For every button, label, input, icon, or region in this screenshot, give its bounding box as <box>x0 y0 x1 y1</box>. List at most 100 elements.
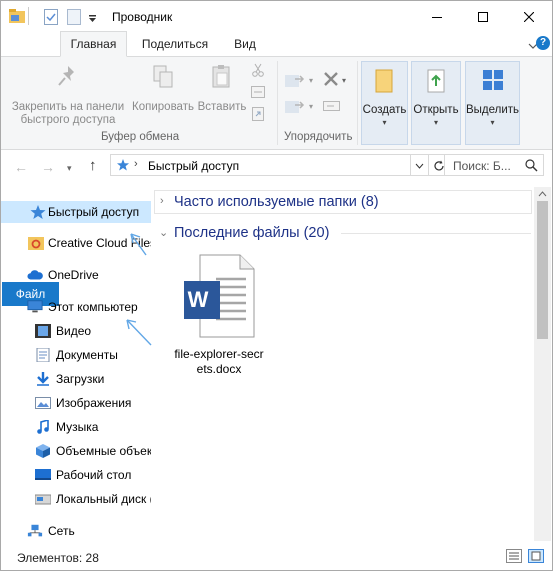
ribbon: Закрепить на панели быстрого доступа Коп… <box>1 57 552 150</box>
search-placeholder: Поиск: Б... <box>453 159 511 173</box>
cube-icon <box>36 444 50 458</box>
nav-item-music[interactable]: Музыка <box>1 416 151 438</box>
close-button[interactable] <box>506 1 552 32</box>
back-arrow-icon[interactable]: ← <box>14 159 28 175</box>
chevron-right-icon: › <box>160 195 164 207</box>
chevron-down-icon: ⌄ <box>159 227 169 239</box>
maximize-button[interactable] <box>460 1 506 32</box>
nav-item-downloads[interactable]: Загрузки <box>1 368 151 390</box>
scroll-up-icon[interactable] <box>538 191 547 197</box>
cut-icon[interactable] <box>251 63 265 80</box>
cloud-icon <box>27 270 43 280</box>
network-icon <box>27 524 43 537</box>
copy-icon <box>153 65 173 88</box>
document-icon <box>36 348 50 362</box>
nav-item-label: Рабочий стол <box>56 468 132 482</box>
create-button[interactable]: Создать ▾ <box>361 61 408 145</box>
creative-cloud-folder-icon <box>28 237 44 250</box>
paste-label: Вставить <box>197 101 247 113</box>
minimize-button[interactable] <box>414 1 460 32</box>
tab-view[interactable]: Вид <box>225 32 265 56</box>
help-icon[interactable]: ? <box>536 36 550 50</box>
frequent-folders-label: Часто используемые папки (8) <box>174 194 379 210</box>
tab-share[interactable]: Поделиться <box>131 32 219 56</box>
copy-button[interactable]: Копировать <box>128 63 198 114</box>
forward-arrow-icon[interactable]: → <box>41 159 55 175</box>
file-name: file-explorer-secrets.docx <box>174 347 264 376</box>
delete-icon[interactable] <box>323 71 339 90</box>
hard-drive-icon <box>35 494 51 505</box>
move-to-icon[interactable] <box>285 71 307 92</box>
address-bar[interactable]: › Быстрый доступ <box>110 154 411 176</box>
open-label: Открыть <box>413 104 459 116</box>
nav-item-desktop[interactable]: Рабочий стол <box>1 464 151 486</box>
desktop-icon <box>35 469 51 480</box>
ribbon-separator <box>357 61 358 145</box>
word-badge: W <box>187 287 209 312</box>
chevron-down-icon: ▾ <box>433 118 438 127</box>
pin-icon <box>58 66 74 86</box>
copy-path-icon[interactable] <box>251 86 265 101</box>
close-icon <box>524 11 534 22</box>
address-path: Быстрый доступ <box>148 159 240 173</box>
rename-icon[interactable] <box>323 99 341 116</box>
select-all-icon <box>483 70 503 90</box>
scrollbar-thumb[interactable] <box>537 201 548 339</box>
nav-item-network[interactable]: Сеть <box>1 520 151 541</box>
open-button[interactable]: Открыть ▾ <box>411 61 461 145</box>
recent-files-label: Последние файлы (20) <box>174 225 330 241</box>
download-arrow-icon <box>37 372 49 386</box>
chevron-down-icon: ▾ <box>309 102 314 111</box>
picture-icon <box>35 397 51 409</box>
address-dropdown-button[interactable] <box>411 154 429 176</box>
nav-item-local-disk[interactable]: Локальный диск (C:) <box>1 488 151 510</box>
nav-item-label: Сеть <box>48 524 75 538</box>
nav-item-label: Локальный диск (C:) <box>56 492 151 506</box>
nav-item-label: Изображения <box>56 396 132 410</box>
paste-button[interactable]: Вставить <box>196 63 248 114</box>
maximize-icon <box>478 11 488 22</box>
ribbon-tabs: Файл Главная Поделиться Вид <box>1 31 552 306</box>
chevron-down-icon: ▾ <box>309 76 314 85</box>
pin-quick-access-button[interactable]: Закрепить на панели быстрого доступа <box>7 63 129 127</box>
frequent-folders-header[interactable]: › Часто используемые папки (8) <box>154 190 532 214</box>
copy-label: Копировать <box>132 101 194 113</box>
title-bar: Проводник <box>1 1 552 32</box>
paste-icon <box>212 65 230 88</box>
nav-item-label: OneDrive <box>48 268 99 282</box>
clipboard-group-label: Буфер обмена <box>101 131 180 143</box>
chevron-down-icon <box>415 163 424 169</box>
search-input[interactable]: Поиск: Б... <box>444 154 544 176</box>
create-label: Создать <box>362 104 407 116</box>
select-button[interactable]: Выделить ▾ <box>465 61 520 145</box>
nav-item-label: Музыка <box>56 420 99 434</box>
details-view-icon[interactable] <box>506 549 522 563</box>
star-icon <box>30 205 46 219</box>
chevron-down-icon: ▾ <box>490 118 495 127</box>
nav-item-3d-objects[interactable]: Объемные объекты <box>1 440 151 462</box>
nav-item-label: Видео <box>56 324 92 338</box>
nav-item-label: Объемные объекты <box>56 444 151 458</box>
explorer-window: Проводник Файл Главная Поделиться Вид ? … <box>0 0 553 571</box>
nav-item-label: Загрузки <box>56 372 105 386</box>
search-icon <box>525 159 538 172</box>
customize-toolbar-icon[interactable] <box>88 12 97 26</box>
large-icons-view-icon[interactable] <box>528 549 544 563</box>
annotation-arrows <box>126 233 152 346</box>
computer-icon <box>27 300 43 313</box>
music-note-icon <box>37 420 49 434</box>
tab-home[interactable]: Главная <box>60 31 127 57</box>
open-icon <box>427 69 445 93</box>
up-arrow-icon[interactable]: ↑ <box>89 157 97 174</box>
new-folder-icon[interactable] <box>67 9 81 28</box>
copy-to-icon[interactable] <box>285 97 307 118</box>
ribbon-separator <box>277 61 278 145</box>
chevron-down-icon: ▾ <box>342 76 347 85</box>
paste-shortcut-icon[interactable] <box>252 107 264 124</box>
pin-label: Закрепить на панели быстрого доступа <box>11 101 125 126</box>
status-bar: Элементов: 28 <box>1 542 552 570</box>
organize-group-label: Упорядочить <box>284 131 353 143</box>
recent-locations-icon[interactable]: ▾ <box>67 163 72 174</box>
properties-icon[interactable] <box>44 9 58 28</box>
nav-item-pictures[interactable]: Изображения <box>1 392 151 414</box>
